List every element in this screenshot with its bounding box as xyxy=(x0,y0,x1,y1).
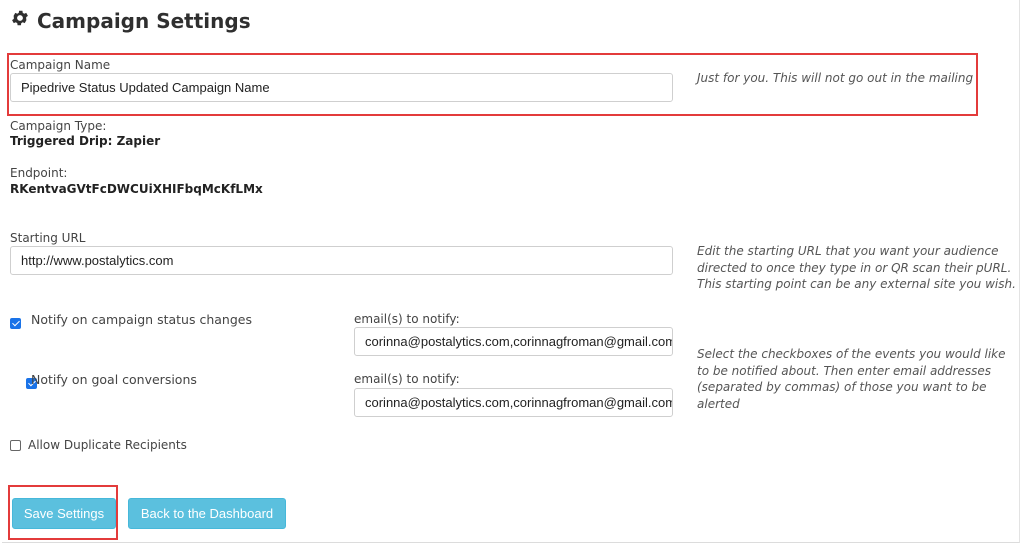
notify-goal-label: Notify on goal conversions xyxy=(31,372,197,387)
notify-status-checkbox[interactable] xyxy=(10,318,21,329)
campaign-type-label: Campaign Type: xyxy=(10,119,107,133)
allow-duplicates-label: Allow Duplicate Recipients xyxy=(28,438,187,452)
starting-url-label: Starting URL xyxy=(10,231,86,245)
endpoint-value: RKentvaGVtFcDWCUiXHIFbqMcKfLMx xyxy=(10,182,263,196)
campaign-name-input[interactable]: Pipedrive Status Updated Campaign Name xyxy=(10,73,673,102)
notify-goal-email-label: email(s) to notify: xyxy=(354,372,460,386)
gear-icon xyxy=(10,8,30,33)
notify-status-email-input[interactable]: corinna@postalytics.com,corinnagfroman@g… xyxy=(354,327,673,356)
starting-url-input[interactable]: http://www.postalytics.com xyxy=(10,246,673,275)
page-title: Campaign Settings xyxy=(10,8,251,33)
campaign-name-label: Campaign Name xyxy=(10,58,111,72)
notify-status-label: Notify on campaign status changes xyxy=(31,312,252,327)
starting-url-hint: Edit the starting URL that you want your… xyxy=(697,244,1016,291)
back-to-dashboard-button[interactable]: Back to the Dashboard xyxy=(128,498,286,529)
allow-duplicates-checkbox[interactable] xyxy=(10,440,21,451)
notify-status-email-label: email(s) to notify: xyxy=(354,312,460,326)
endpoint-label: Endpoint: xyxy=(10,166,68,180)
page-title-text: Campaign Settings xyxy=(37,8,251,33)
campaign-type-value: Triggered Drip: Zapier xyxy=(10,134,161,148)
campaign-name-hint: Just for you. This will not go out in th… xyxy=(697,71,974,85)
notify-goal-email-input[interactable]: corinna@postalytics.com,corinnagfroman@g… xyxy=(354,388,673,417)
notifications-hint: Select the checkboxes of the events you … xyxy=(697,347,1006,411)
save-settings-button[interactable]: Save Settings xyxy=(12,498,116,529)
